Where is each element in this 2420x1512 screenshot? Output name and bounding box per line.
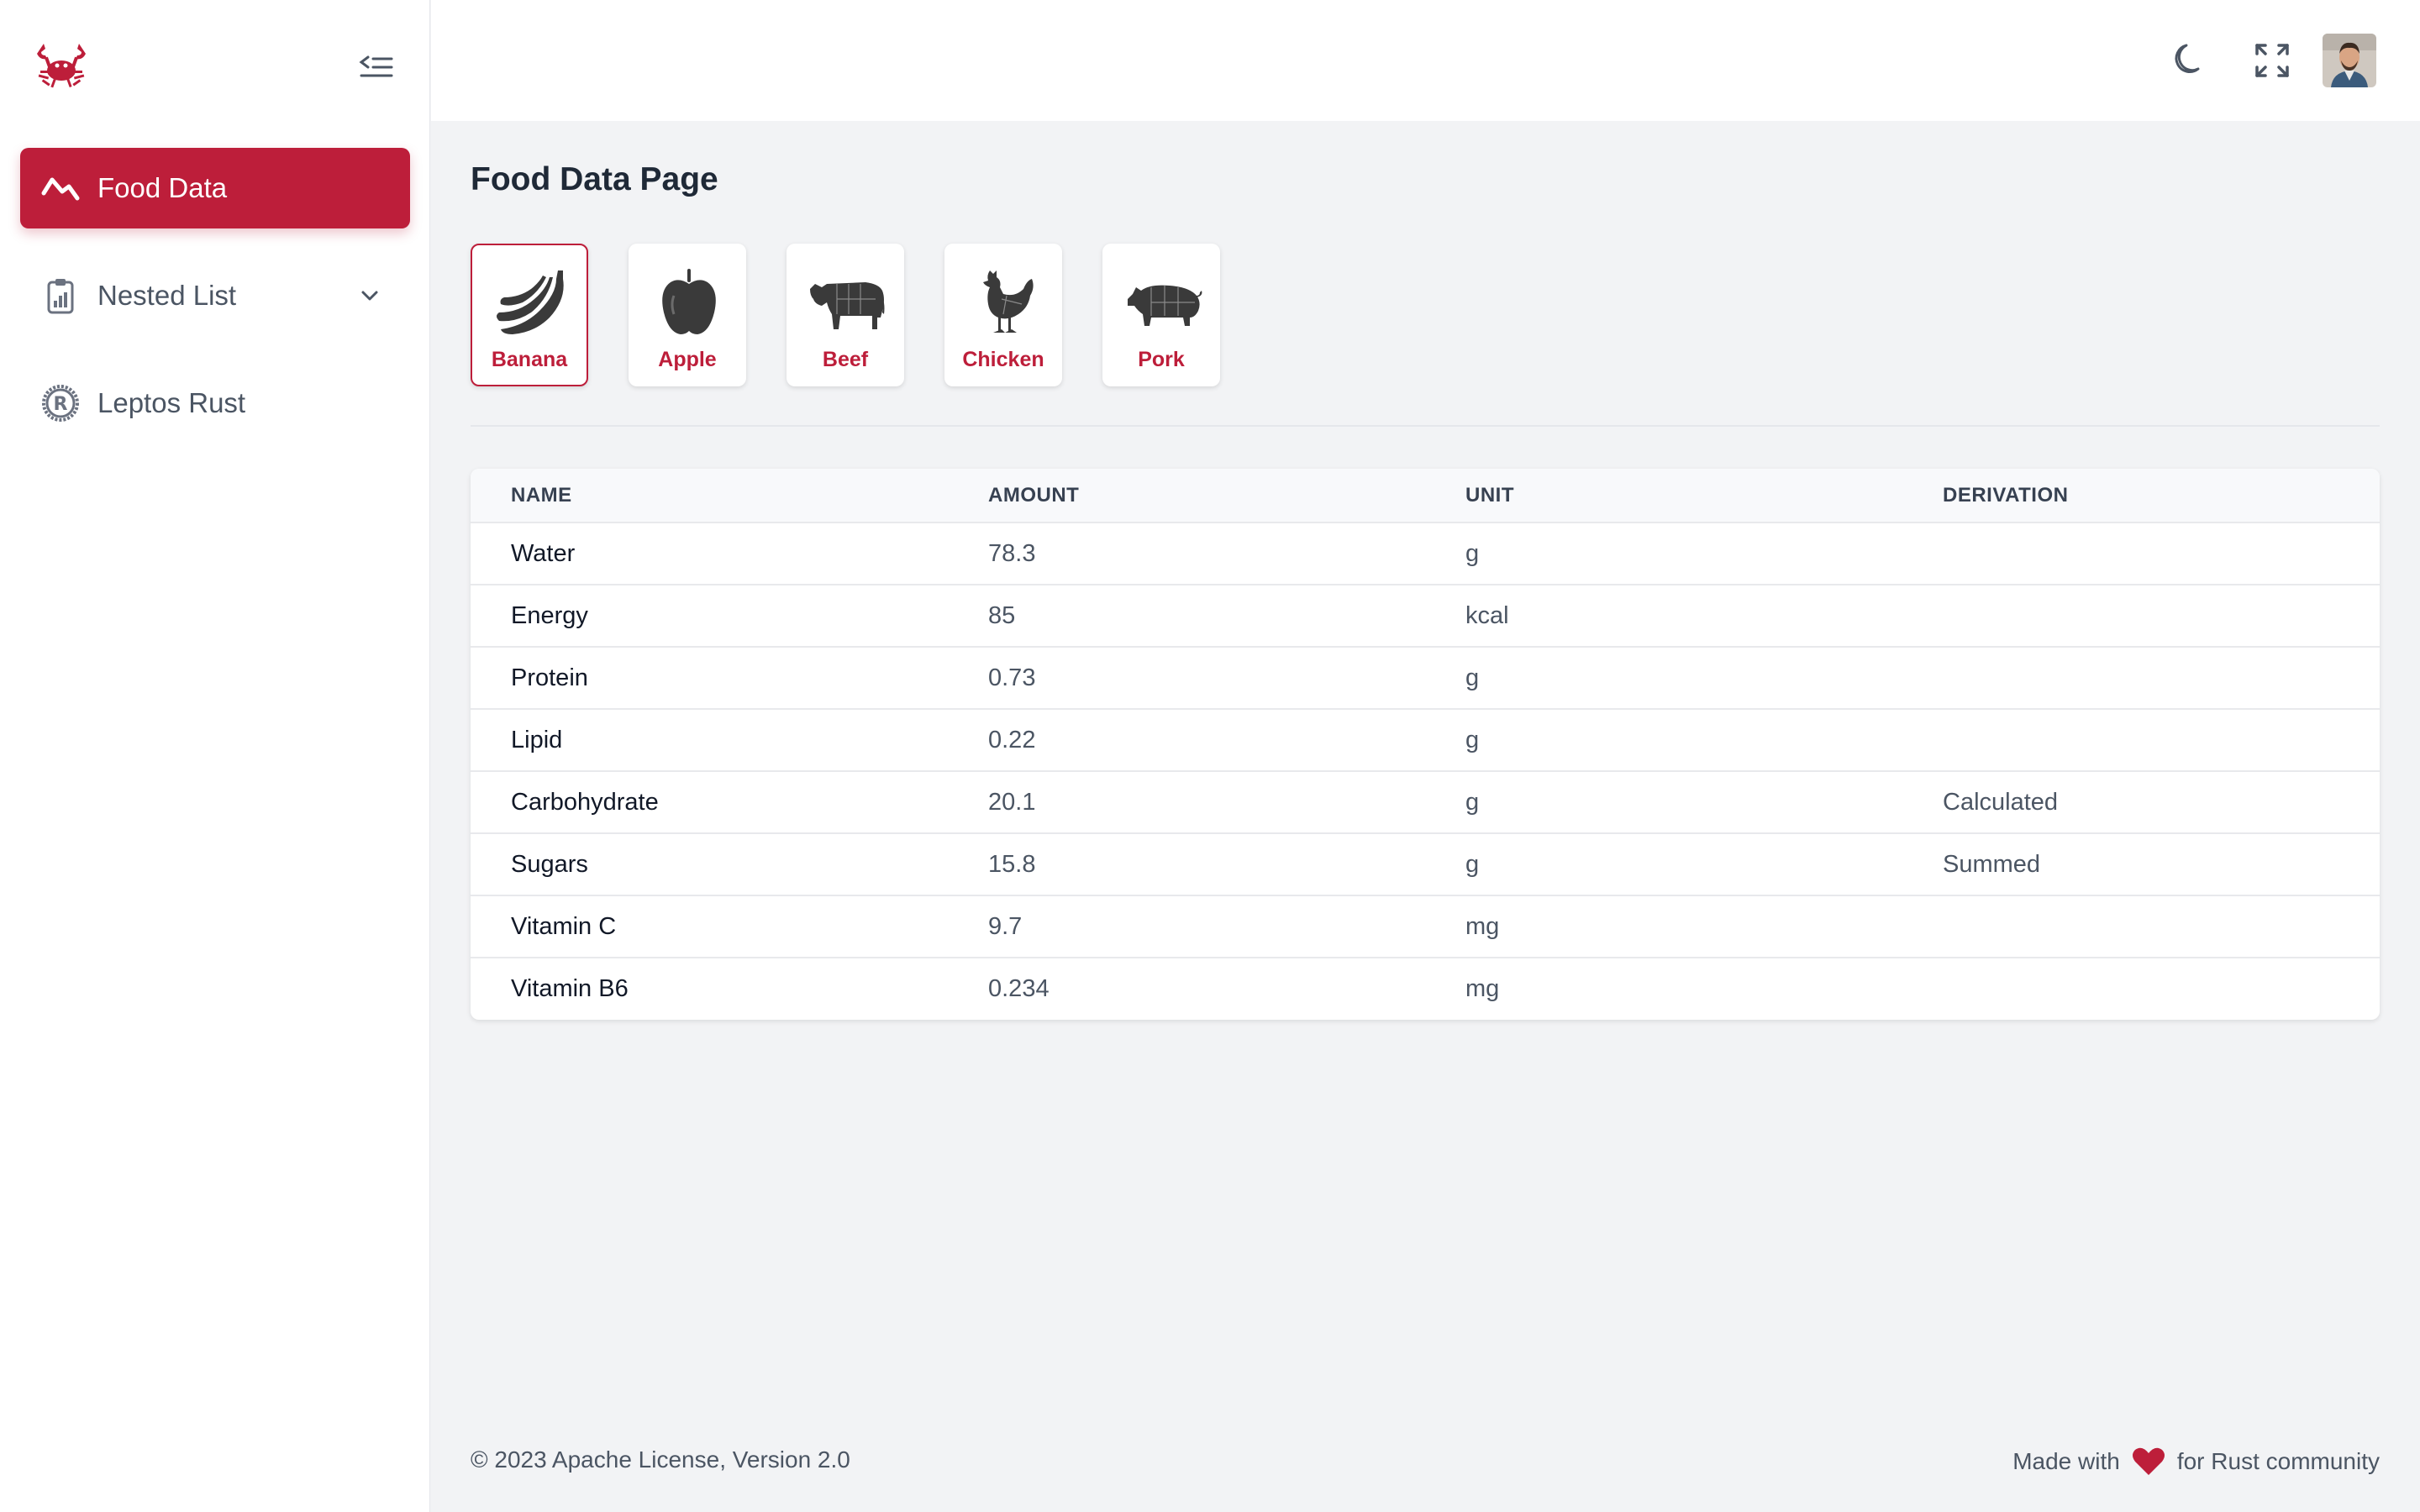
nutrient-table: NAME AMOUNT UNIT DERIVATION Water 78.3 g… (471, 469, 2380, 1020)
nutrient-amount: 78.3 (988, 539, 1036, 567)
nutrient-derivation (1902, 895, 2380, 958)
nutrient-name: Water (511, 539, 576, 567)
nutrient-derivation: Summed (1943, 850, 2041, 878)
page-title: Food Data Page (471, 161, 718, 197)
sidebar-item-label: Leptos Rust (97, 387, 246, 418)
nutrient-amount: 0.73 (988, 664, 1036, 691)
rust-icon: R (40, 383, 81, 423)
sidebar-item-leptos-rust[interactable]: R Leptos Rust (20, 363, 410, 444)
nutrient-amount: 9.7 (988, 912, 1023, 940)
sidebar-item-label: Food Data (97, 172, 228, 203)
food-card-banana[interactable]: Banana (471, 244, 588, 386)
table-header-row: NAME AMOUNT UNIT DERIVATION (471, 469, 2380, 522)
nutrient-unit: g (1465, 726, 1480, 753)
food-label: Beef (822, 348, 869, 371)
nutrient-unit: kcal (1465, 601, 1509, 629)
nutrient-unit: mg (1465, 912, 1500, 940)
food-label: Pork (1138, 348, 1185, 371)
food-label: Chicken (962, 348, 1044, 371)
heart-icon (2132, 1447, 2165, 1475)
column-header: UNIT (1465, 483, 1514, 507)
clipboard-chart-icon (40, 276, 81, 316)
column-header: DERIVATION (1943, 483, 2069, 507)
nutrient-name: Energy (511, 601, 588, 629)
moon-icon[interactable] (2168, 39, 2212, 82)
nutrient-name: Protein (511, 664, 588, 691)
table-row: Energy 85 kcal (471, 585, 2380, 647)
nutrient-derivation (1902, 585, 2380, 647)
footer-for-text: for Rust community (2176, 1448, 2380, 1474)
sidebar-item-label: Nested List (97, 280, 237, 311)
nutrient-name: Sugars (511, 850, 588, 878)
top-header (431, 0, 2420, 121)
user-avatar[interactable] (2323, 34, 2376, 87)
nutrient-amount: 0.22 (988, 726, 1036, 753)
banana-icon (497, 270, 564, 334)
food-label: Apple (658, 348, 717, 371)
cow-icon (810, 282, 885, 329)
nutrient-unit: g (1465, 788, 1480, 816)
nutrient-unit: g (1465, 539, 1480, 567)
food-card-pork[interactable]: Pork (1102, 244, 1220, 386)
chevron-down-icon[interactable] (356, 282, 383, 309)
column-header: NAME (511, 483, 572, 507)
nutrient-amount: 0.234 (988, 975, 1050, 1002)
chicken-icon (983, 270, 1034, 333)
sidebar-item-food-data[interactable]: Food Data (20, 148, 410, 228)
table-row: Water 78.3 g (471, 522, 2380, 585)
table-row: Lipid 0.22 g (471, 709, 2380, 771)
sidebar: Food Data Nested List R Leptos Rust (0, 0, 430, 1512)
nutrient-unit: g (1465, 850, 1480, 878)
nutrient-name: Vitamin B6 (511, 975, 629, 1002)
nutrient-derivation (1902, 709, 2380, 771)
nutrient-amount: 20.1 (988, 788, 1036, 816)
footer-copyright: © 2023 Apache License, Version 2.0 (471, 1446, 850, 1473)
table-row: Vitamin C 9.7 mg (471, 895, 2380, 958)
table-row: Protein 0.73 g (471, 647, 2380, 709)
section-divider (471, 425, 2380, 427)
activity-icon (40, 168, 81, 208)
nutrient-name: Carbohydrate (511, 788, 659, 816)
column-header: AMOUNT (988, 483, 1080, 507)
nutrient-amount: 15.8 (988, 850, 1036, 878)
nutrient-derivation (1902, 522, 2380, 585)
table-row: Sugars 15.8 g Summed (471, 833, 2380, 895)
footer-credit: Made with for Rust community (2012, 1446, 2380, 1477)
sidebar-item-nested-list[interactable]: Nested List (20, 255, 410, 336)
food-label: Banana (491, 348, 568, 371)
fullscreen-icon[interactable] (2250, 39, 2294, 82)
footer-made-with: Made with (2012, 1448, 2120, 1474)
food-card-beef[interactable]: Beef (786, 244, 904, 386)
nutrient-unit: mg (1465, 975, 1500, 1002)
nutrient-unit: g (1465, 664, 1480, 691)
apple-icon (662, 269, 716, 334)
table-row: Vitamin B6 0.234 mg (471, 958, 2380, 1020)
nutrient-amount: 85 (988, 601, 1016, 629)
collapse-sidebar-icon[interactable] (356, 47, 397, 87)
nutrient-derivation: Calculated (1943, 788, 2059, 816)
crab-logo-icon[interactable] (32, 37, 91, 96)
food-card-apple[interactable]: Apple (629, 244, 746, 386)
nutrient-derivation (1902, 958, 2380, 1020)
pig-icon (1128, 285, 1202, 326)
svg-text:R: R (54, 394, 68, 415)
table-row: Carbohydrate 20.1 g Calculated (471, 771, 2380, 833)
food-card-chicken[interactable]: Chicken (944, 244, 1062, 386)
nutrient-name: Vitamin C (511, 912, 617, 940)
nutrient-derivation (1902, 647, 2380, 709)
nutrient-name: Lipid (511, 726, 563, 753)
